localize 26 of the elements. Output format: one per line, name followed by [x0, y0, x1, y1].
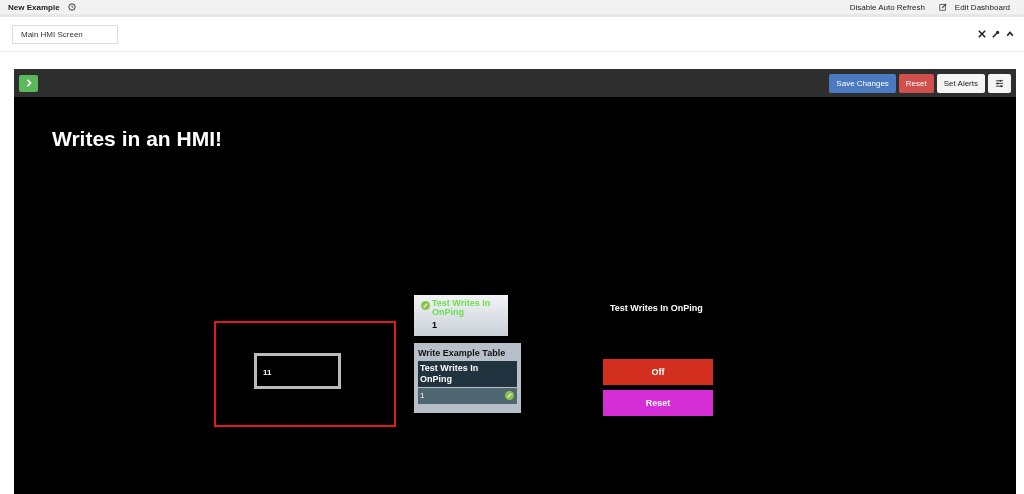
dashboard-title: New Example: [8, 2, 60, 12]
collapse-icon[interactable]: [1006, 30, 1014, 38]
chevron-right-icon: [24, 79, 33, 87]
screen-name-field[interactable]: Main HMI Screen: [12, 24, 118, 44]
canvas-title: Writes in an HMI!: [52, 127, 222, 151]
table-header: Test Writes In OnPing: [418, 361, 517, 387]
sliders-icon: [995, 78, 1004, 88]
status-label: Test Writes In OnPing: [432, 299, 492, 317]
edit-icon[interactable]: [938, 3, 947, 11]
pencil-icon[interactable]: [505, 391, 514, 400]
toolbar-button[interactable]: Set Alerts: [936, 73, 985, 93]
table-cell-text: 1: [419, 391, 425, 400]
settings-button[interactable]: [988, 73, 1011, 93]
table-title: Write Example Table: [418, 348, 507, 358]
status-value: 1: [432, 320, 438, 330]
clock-icon[interactable]: [67, 3, 76, 11]
expand-sidebar-button[interactable]: [19, 74, 38, 92]
control-button[interactable]: Off: [603, 359, 713, 385]
disable-refresh-link[interactable]: Disable Auto Refresh: [849, 2, 925, 12]
toolbar-button[interactable]: Save Changes: [829, 73, 896, 93]
value-input[interactable]: 11: [254, 353, 341, 389]
control-button[interactable]: Reset: [603, 390, 713, 416]
edit-dashboard-link[interactable]: Edit Dashboard: [954, 2, 1010, 12]
wrench-icon[interactable]: [992, 30, 1000, 38]
toolbar-button[interactable]: Reset: [898, 73, 934, 93]
control-label: Test Writes In OnPing: [610, 303, 703, 313]
